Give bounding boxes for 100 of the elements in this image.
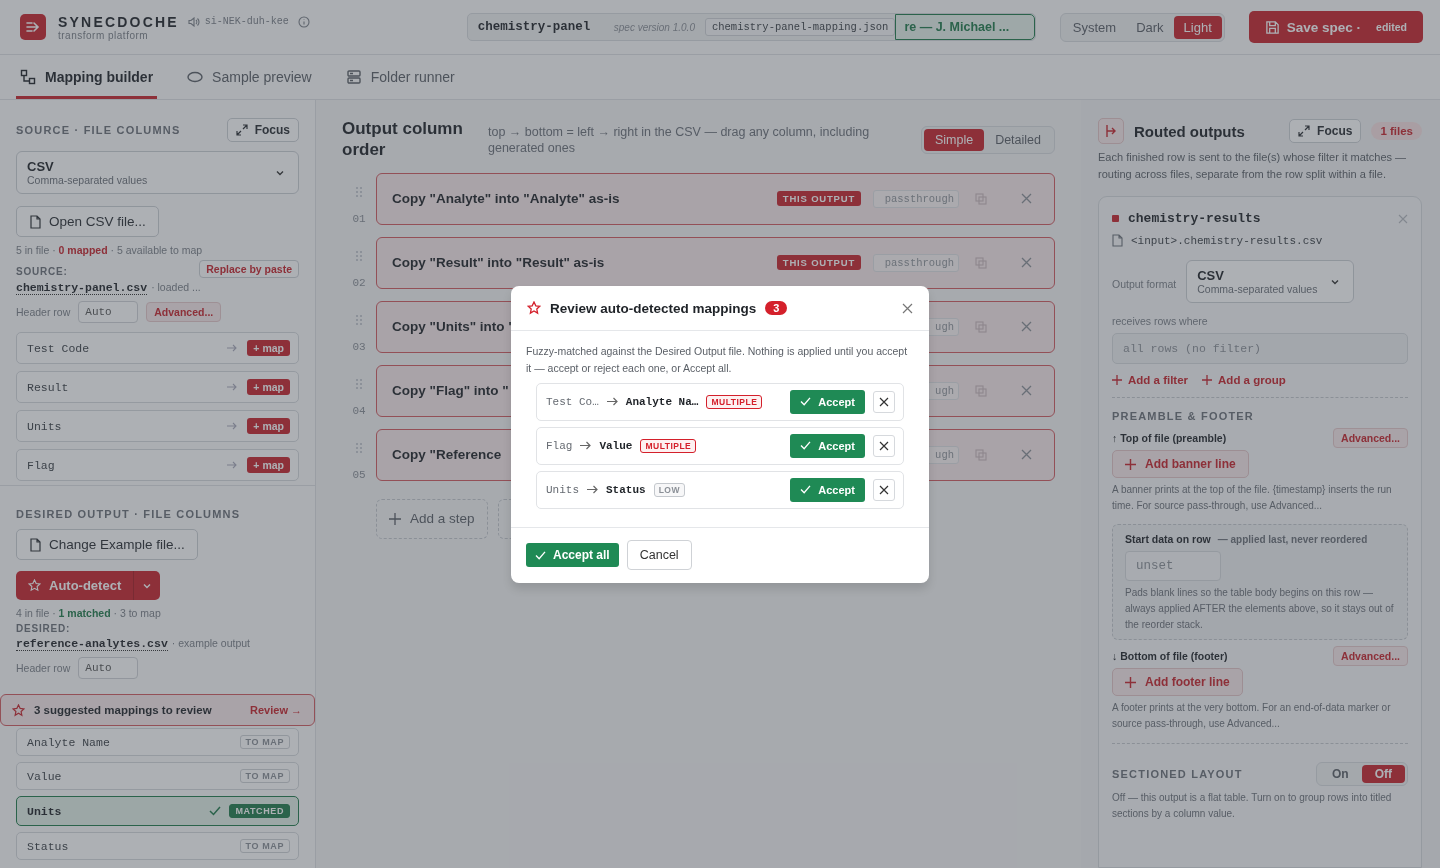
focus-button[interactable]: Focus	[1289, 119, 1362, 143]
accept-button[interactable]: Accept	[790, 389, 865, 414]
speaker-icon[interactable]	[187, 16, 200, 27]
reject-button[interactable]	[873, 390, 895, 413]
desired-column[interactable]: Units MATCHED	[16, 796, 299, 826]
preamble-label: ↑ Top of file (preamble)	[1112, 432, 1227, 444]
drag-handle-icon[interactable]	[356, 442, 362, 453]
switch-option[interactable]: On	[1319, 765, 1362, 783]
step-card[interactable]: Copy "Analyte" into "Analyte" as-is THIS OUTPUT passthrough	[376, 172, 1055, 225]
step-card[interactable]: Copy "Result" into "Result" as-is THIS OUTPUT passthrough	[376, 236, 1055, 289]
plus-icon	[1112, 375, 1122, 385]
close-icon[interactable]	[1021, 257, 1032, 268]
cancel-button[interactable]: Cancel	[626, 540, 692, 571]
focus-button[interactable]: Focus	[226, 118, 299, 142]
drag-handle-icon[interactable]	[356, 250, 362, 261]
tab[interactable]: Folder runner	[341, 55, 459, 99]
target-column-name: Status	[606, 483, 646, 496]
add-filter-link[interactable]: Add a filter	[1112, 374, 1189, 386]
reject-button[interactable]	[873, 434, 895, 457]
source-column[interactable]: Units + map	[16, 410, 299, 442]
replace-button[interactable]: Replace by paste	[199, 260, 299, 278]
spec-file-chip[interactable]: chemistry-panel-mapping.json	[704, 18, 896, 36]
auto-detect-button[interactable]: Auto-detect	[16, 571, 135, 600]
spec-field[interactable]: chemistry-panel spec version 1.0.0 chemistry-panel-mapping.json re — J. Michael ...	[466, 13, 1036, 41]
accept-button[interactable]: Accept	[790, 433, 865, 458]
file-note: · example output	[171, 637, 251, 649]
add-step-button[interactable]: Add a step	[376, 498, 488, 539]
header-row-field[interactable]: Auto	[78, 301, 139, 323]
arrow-icon	[227, 383, 238, 391]
theme-option[interactable]: Dark	[1126, 15, 1174, 39]
theme-option[interactable]: System	[1062, 15, 1127, 39]
accept-button[interactable]: Accept	[790, 477, 865, 502]
accept-all-button[interactable]: Accept all	[526, 543, 619, 568]
step-tag: passthrough	[873, 189, 959, 208]
format-select[interactable]: CSV Comma-separated values	[1186, 260, 1355, 303]
start-row-note: — applied last, never reordered	[1217, 534, 1368, 545]
dropdown-button[interactable]	[134, 571, 161, 600]
column-stats: 4 in file · 1 matched · 3 to map	[16, 607, 162, 619]
map-button[interactable]: + map	[247, 340, 290, 356]
switch-option[interactable]: Off	[1361, 765, 1405, 783]
close-icon[interactable]	[1021, 193, 1032, 204]
help-text: A footer prints at the very bottom. For an end-of-data marker or source pass-through, use Advanced...	[1112, 701, 1392, 731]
file-name[interactable]: chemistry-panel.csv	[16, 281, 148, 295]
source-column[interactable]: Result + map	[16, 371, 299, 403]
output-name: chemistry-results	[1128, 211, 1262, 226]
footer-label: ↓ Bottom of file (footer)	[1112, 650, 1228, 662]
advanced-button[interactable]: Advanced...	[146, 302, 222, 322]
reject-button[interactable]	[873, 478, 895, 501]
mode-option[interactable]: Simple	[923, 129, 985, 151]
nodes-icon	[20, 69, 36, 85]
file-count-badge: 1 files	[1371, 122, 1422, 140]
section-heading: PREAMBLE & FOOTER	[1112, 410, 1255, 422]
open-file-button[interactable]: Open CSV file...	[16, 206, 159, 237]
author-chip[interactable]: re — J. Michael ...	[895, 14, 1035, 40]
map-button[interactable]: + map	[247, 379, 290, 395]
suggestion-banner[interactable]: 3 suggested mappings to review Review →	[0, 694, 315, 726]
format-select[interactable]: CSV Comma-separated values	[16, 151, 299, 194]
stack-icon	[345, 69, 362, 85]
desired-column[interactable]: Value TO MAP	[16, 762, 299, 790]
map-button[interactable]: + map	[247, 418, 290, 434]
theme-option[interactable]: Light	[1173, 15, 1222, 39]
close-icon	[879, 484, 889, 495]
header-row-field[interactable]: Auto	[78, 657, 139, 679]
review-link[interactable]: Review →	[250, 704, 302, 716]
add-footer-button[interactable]: Add footer line	[1112, 668, 1243, 696]
file-name[interactable]: reference-analytes.csv	[16, 637, 168, 651]
advanced-button[interactable]: Advanced...	[1333, 428, 1408, 448]
panel-title: Routed outputs	[1134, 122, 1246, 140]
info-icon[interactable]	[297, 15, 310, 28]
desired-column[interactable]: Status TO MAP	[16, 832, 299, 860]
filter-label: receives rows where	[1112, 315, 1209, 327]
plus-icon	[1202, 375, 1213, 385]
drag-handle-icon[interactable]	[356, 186, 362, 197]
drag-handle-icon[interactable]	[356, 314, 362, 325]
filter-field[interactable]: all rows (no filter)	[1112, 333, 1408, 364]
check-icon	[209, 806, 222, 816]
desired-column[interactable]: Analyte Name TO MAP	[16, 728, 299, 756]
source-column[interactable]: Flag + map	[16, 449, 299, 481]
panel-hint: top → bottom = left → right in the CSV — drag any column, including generated ones	[488, 124, 871, 157]
dialog-title: Review auto-detected mappings	[550, 300, 757, 316]
close-icon[interactable]	[1021, 449, 1032, 460]
close-icon[interactable]	[1021, 385, 1032, 396]
help-text: A banner prints at the top of the file. {timestamp} inserts the run time. For source pass-through, use Advanced...	[1112, 483, 1393, 513]
change-file-button[interactable]: Change Example file...	[16, 529, 198, 560]
start-row-field[interactable]: unset	[1125, 551, 1221, 581]
advanced-button[interactable]: Advanced...	[1333, 646, 1408, 666]
add-banner-button[interactable]: Add banner line	[1112, 450, 1249, 478]
tab[interactable]: Sample preview	[183, 55, 316, 99]
map-button[interactable]: + map	[247, 457, 290, 473]
close-icon[interactable]	[1021, 321, 1032, 332]
source-column[interactable]: Test Code + map	[16, 332, 299, 364]
arrow-icon	[227, 461, 238, 469]
section-heading: SECTIONED LAYOUT	[1112, 768, 1243, 780]
close-icon[interactable]	[902, 302, 913, 314]
step-number: 01	[352, 212, 366, 225]
drag-handle-icon[interactable]	[356, 378, 362, 389]
check-icon	[800, 397, 812, 407]
add-group-link[interactable]: Add a group	[1202, 374, 1286, 386]
mode-option[interactable]: Detailed	[984, 129, 1052, 151]
save-button[interactable]: Save spec · edited	[1248, 11, 1423, 43]
